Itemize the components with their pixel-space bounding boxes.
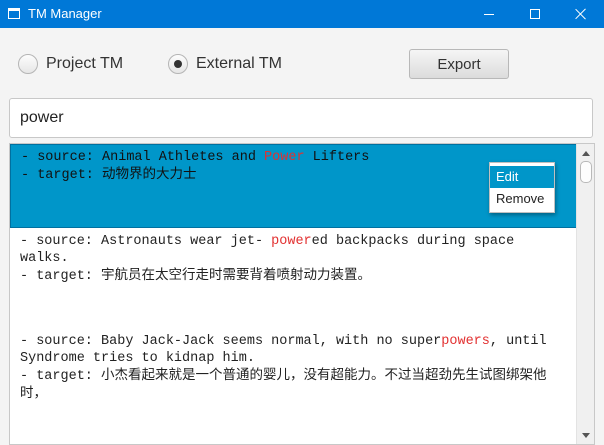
search-input[interactable] <box>9 98 593 138</box>
vertical-scrollbar[interactable] <box>576 144 594 444</box>
project-tm-label: Project TM <box>46 55 124 72</box>
source-text: Astronauts wear jet- <box>101 234 272 249</box>
external-tm-label: External TM <box>196 55 282 72</box>
target-text: 动物界的大力士 <box>102 166 197 182</box>
target-prefix: - target: <box>20 269 102 284</box>
arrow-up-icon <box>581 150 590 156</box>
source-text: Baby Jack-Jack seems normal, with no sup… <box>101 334 442 349</box>
source-text: Animal Athletes and <box>102 150 265 165</box>
source-text: Lifters <box>304 150 370 165</box>
scroll-down-button[interactable] <box>577 428 594 442</box>
external-tm-radio[interactable]: External TM <box>168 52 282 76</box>
context-menu-edit[interactable]: Edit <box>490 166 554 188</box>
scroll-thumb[interactable] <box>580 161 592 183</box>
list-item[interactable]: - source: Astronauts wear jet- powered b… <box>10 229 577 329</box>
source-prefix: - source: <box>20 334 102 349</box>
source-line: - source: Baby Jack-Jack seems normal, w… <box>20 333 567 367</box>
context-menu-remove[interactable]: Remove <box>490 188 554 210</box>
maximize-button[interactable] <box>512 0 558 28</box>
target-text: 宇航员在太空行走时需要背着喷射动力装置。 <box>101 267 372 283</box>
context-menu: Edit Remove <box>489 162 555 213</box>
target-line: - target: 宇航员在太空行走时需要背着喷射动力装置。 <box>20 267 567 285</box>
minimize-button[interactable] <box>466 0 512 28</box>
radio-unchecked-icon[interactable] <box>18 54 38 74</box>
source-line: - source: Animal Athletes and Power Lift… <box>21 149 566 166</box>
close-button[interactable] <box>558 0 604 28</box>
list-item[interactable]: - source: Baby Jack-Jack seems normal, w… <box>10 329 577 444</box>
arrow-down-icon <box>581 432 590 438</box>
target-line: - target: 动物界的大力士 <box>21 166 566 184</box>
maximize-icon <box>530 9 540 19</box>
window-title: TM Manager <box>28 6 102 21</box>
radio-checked-icon[interactable] <box>168 54 188 74</box>
match-highlight: power <box>271 234 312 249</box>
source-prefix: - source: <box>20 234 102 249</box>
export-button[interactable]: Export <box>409 49 509 79</box>
target-prefix: - target: <box>21 168 103 183</box>
match-highlight: powers <box>441 334 490 349</box>
source-prefix: - source: <box>21 150 103 165</box>
app-window-icon <box>8 8 20 19</box>
project-tm-radio[interactable]: Project TM <box>18 52 123 76</box>
source-line: - source: Astronauts wear jet- powered b… <box>20 233 567 267</box>
scroll-up-button[interactable] <box>577 146 594 160</box>
match-highlight: Power <box>264 150 305 165</box>
target-prefix: - target: <box>20 369 102 384</box>
target-line: - target: 小杰看起来就是一个普通的婴儿，没有超能力。不过当超劲先生试图… <box>20 367 567 403</box>
close-icon <box>575 8 587 20</box>
title-bar[interactable]: TM Manager <box>0 0 604 28</box>
minimize-icon <box>484 13 494 15</box>
